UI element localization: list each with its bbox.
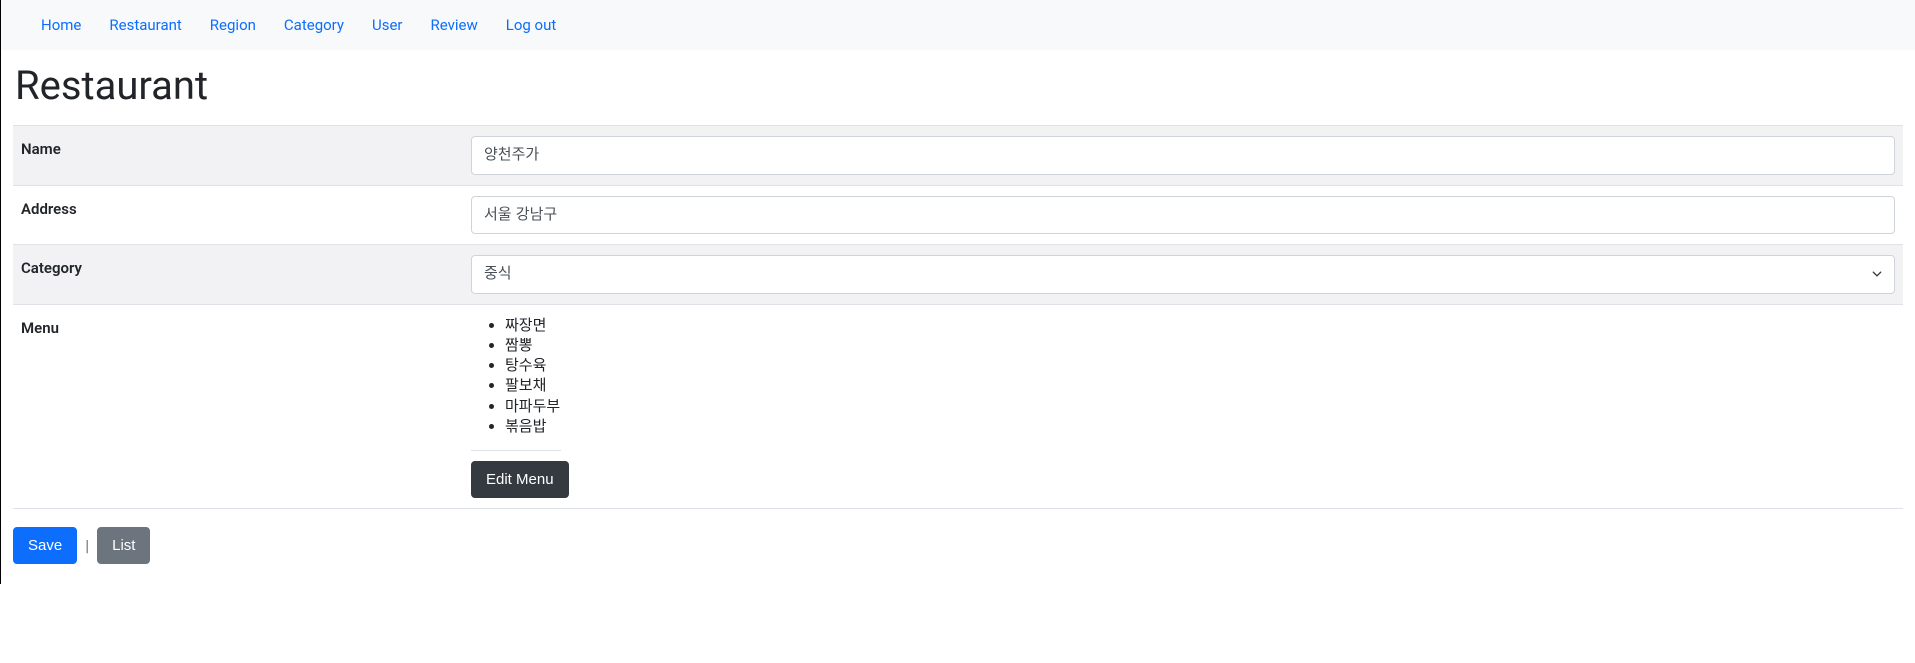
label-address: Address [13,185,463,245]
page-title: Restaurant [13,62,1903,109]
menu-separator [471,450,561,451]
form-actions: Save | List [13,527,1903,564]
row-name: Name [13,126,1903,186]
top-navbar: Home Restaurant Region Category User Rev… [1,0,1915,50]
menu-item: 마파두부 [505,396,1895,416]
input-address[interactable] [471,196,1895,235]
menu-item: 볶음밥 [505,416,1895,436]
nav-link-category[interactable]: Category [270,8,358,42]
page-container: Restaurant Name Address Category 중식 Menu [1,62,1915,584]
menu-item: 짜장면 [505,315,1895,335]
save-button[interactable]: Save [13,527,77,564]
edit-menu-button[interactable]: Edit Menu [471,461,569,498]
nav-link-region[interactable]: Region [196,8,270,42]
action-divider: | [85,536,89,555]
label-name: Name [13,126,463,186]
row-menu: Menu 짜장면 짬뽕 탕수육 팔보채 마파두부 볶음밥 Edit Menu [13,304,1903,509]
label-category: Category [13,245,463,305]
menu-list: 짜장면 짬뽕 탕수육 팔보채 마파두부 볶음밥 [471,315,1895,437]
label-menu: Menu [13,304,463,509]
list-button[interactable]: List [97,527,150,564]
select-category[interactable]: 중식 [471,255,1895,294]
nav-link-user[interactable]: User [358,8,417,42]
menu-item: 짬뽕 [505,335,1895,355]
row-address: Address [13,185,1903,245]
menu-item: 팔보채 [505,375,1895,395]
menu-item: 탕수육 [505,355,1895,375]
row-category: Category 중식 [13,245,1903,305]
nav-link-home[interactable]: Home [27,8,95,42]
input-name[interactable] [471,136,1895,175]
nav-link-restaurant[interactable]: Restaurant [95,8,195,42]
nav-link-logout[interactable]: Log out [492,8,571,42]
restaurant-form: Name Address Category 중식 Menu 짜장면 [13,125,1903,509]
nav-link-review[interactable]: Review [417,8,492,42]
